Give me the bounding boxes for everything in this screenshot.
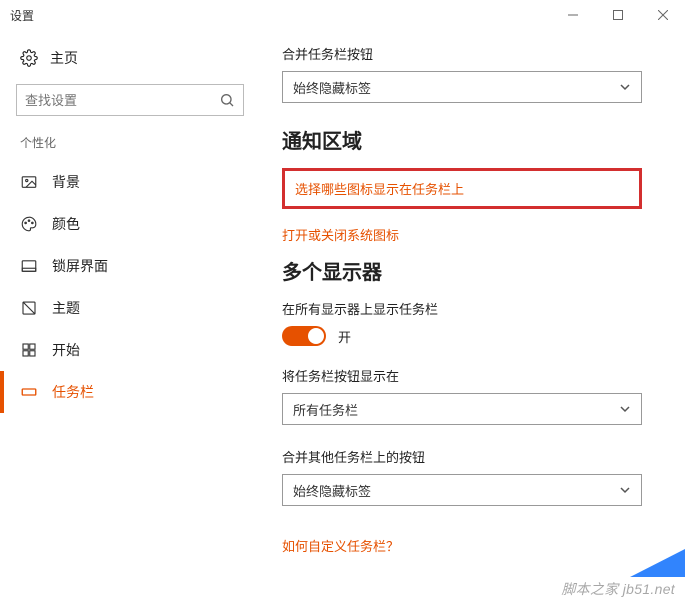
nav-item-colors[interactable]: 颜色 <box>16 203 244 245</box>
nav-label: 背景 <box>52 172 80 192</box>
combine-other-label: 合并其他任务栏上的按钮 <box>282 447 665 466</box>
system-icons-link[interactable]: 打开或关闭系统图标 <box>282 225 665 244</box>
combine-select[interactable]: 始终隐藏标签 <box>282 71 642 103</box>
main-content: 合并任务栏按钮 始终隐藏标签 通知区域 选择哪些图标显示在任务栏上 打开或关闭系… <box>260 30 685 605</box>
chevron-down-icon <box>619 81 631 93</box>
image-icon <box>20 173 38 191</box>
show-buttons-on-value: 所有任务栏 <box>293 400 358 419</box>
minimize-button[interactable] <box>550 0 595 30</box>
choose-icons-link[interactable]: 选择哪些图标显示在任务栏上 <box>282 168 642 209</box>
nav-label: 开始 <box>52 340 80 360</box>
help-link[interactable]: 如何自定义任务栏？ <box>282 536 665 555</box>
nav-item-themes[interactable]: 主题 <box>16 287 244 329</box>
show-all-toggle[interactable] <box>282 326 326 346</box>
watermark-stripe <box>630 549 685 577</box>
home-label: 主页 <box>50 48 78 68</box>
search-input[interactable] <box>25 93 219 108</box>
search-box[interactable] <box>16 84 244 116</box>
gear-icon <box>20 49 38 67</box>
title-bar: 设置 <box>0 0 685 30</box>
theme-icon <box>20 299 38 317</box>
start-icon <box>20 341 38 359</box>
sidebar: 主页 个性化 背景 颜色 锁屏界面 主题 <box>0 30 260 605</box>
chevron-down-icon <box>619 403 631 415</box>
multi-display-title: 多个显示器 <box>282 256 665 285</box>
lock-screen-icon <box>20 257 38 275</box>
nav-item-taskbar[interactable]: 任务栏 <box>16 371 244 413</box>
nav-item-background[interactable]: 背景 <box>16 161 244 203</box>
watermark-text: 脚本之家 jb51.net <box>561 579 675 599</box>
nav-label: 颜色 <box>52 214 80 234</box>
nav-item-lockscreen[interactable]: 锁屏界面 <box>16 245 244 287</box>
nav-item-start[interactable]: 开始 <box>16 329 244 371</box>
nav-list: 背景 颜色 锁屏界面 主题 开始 任务栏 <box>16 161 244 413</box>
window-controls <box>550 0 685 30</box>
combine-other-select[interactable]: 始终隐藏标签 <box>282 474 642 506</box>
close-button[interactable] <box>640 0 685 30</box>
chevron-down-icon <box>619 484 631 496</box>
combine-value: 始终隐藏标签 <box>293 78 371 97</box>
toggle-knob <box>308 328 324 344</box>
window-title: 设置 <box>10 7 34 24</box>
nav-label: 锁屏界面 <box>52 256 108 276</box>
maximize-button[interactable] <box>595 0 640 30</box>
combine-other-value: 始终隐藏标签 <box>293 481 371 500</box>
notification-area-title: 通知区域 <box>282 125 665 154</box>
combine-label: 合并任务栏按钮 <box>282 44 665 63</box>
show-buttons-on-label: 将任务栏按钮显示在 <box>282 366 665 385</box>
nav-label: 主题 <box>52 298 80 318</box>
show-buttons-on-select[interactable]: 所有任务栏 <box>282 393 642 425</box>
show-all-label: 在所有显示器上显示任务栏 <box>282 299 665 318</box>
palette-icon <box>20 215 38 233</box>
search-icon <box>219 92 235 108</box>
nav-label: 任务栏 <box>52 382 94 402</box>
nav-group-label: 个性化 <box>20 134 244 151</box>
home-button[interactable]: 主页 <box>16 42 244 74</box>
toggle-state: 开 <box>338 327 351 346</box>
taskbar-icon <box>20 383 38 401</box>
